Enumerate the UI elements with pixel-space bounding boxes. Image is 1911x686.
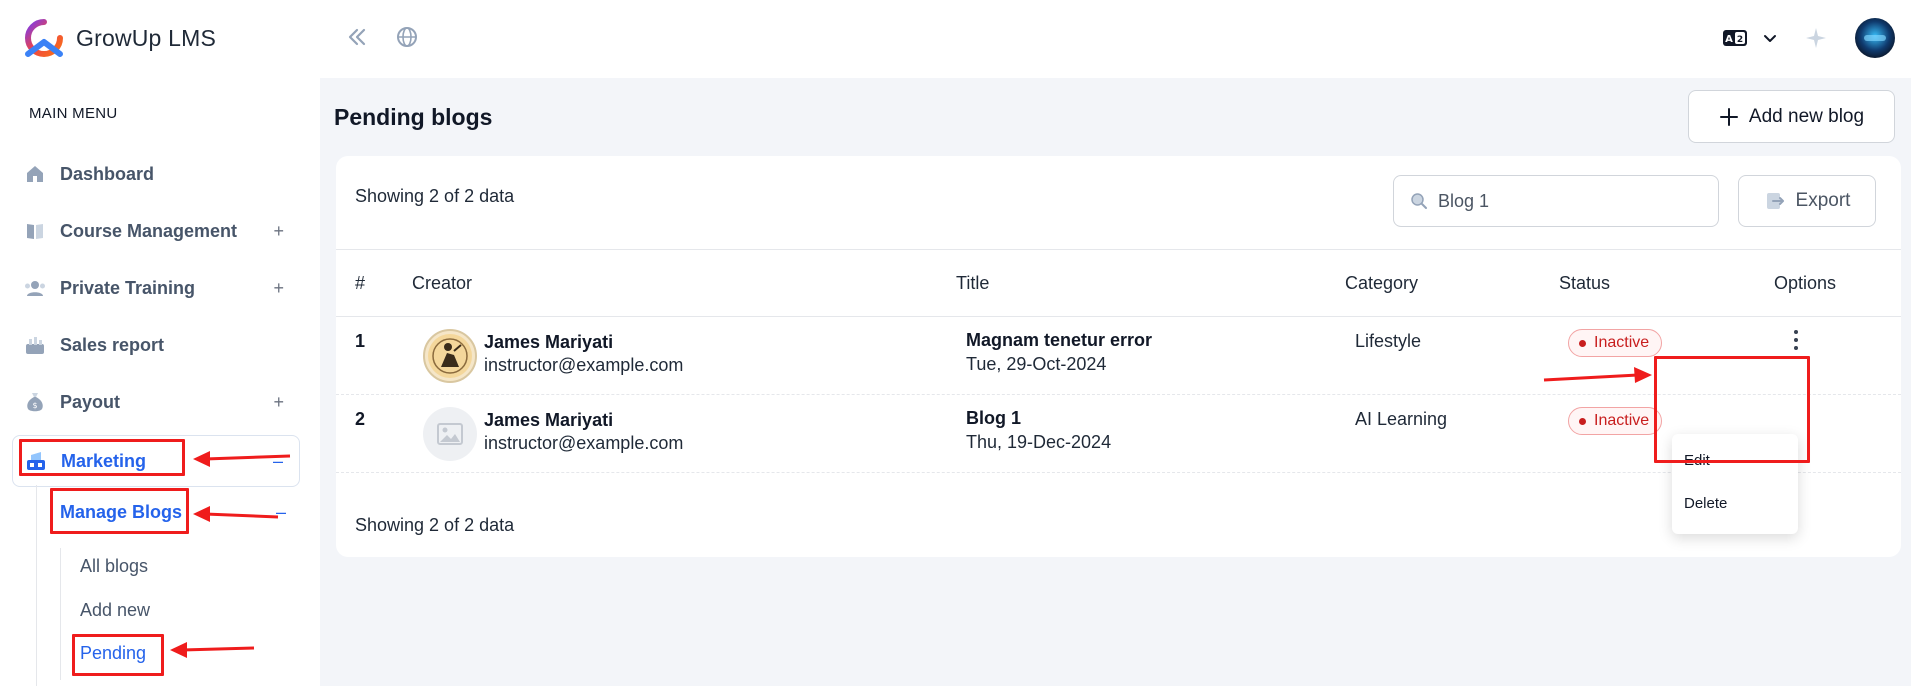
annotation-arrows	[170, 367, 1652, 658]
